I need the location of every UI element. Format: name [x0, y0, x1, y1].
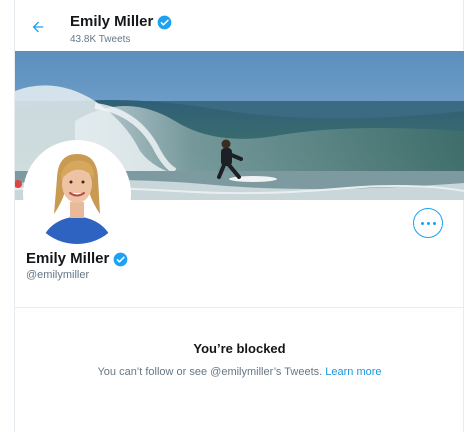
profile-header: Emily Miller 43.8K Tweets — [15, 0, 463, 50]
back-button[interactable] — [27, 16, 49, 38]
tweet-count: 43.8K Tweets — [70, 34, 131, 45]
profile-handle: @emilymiller — [26, 269, 90, 281]
header-name: Emily Miller — [70, 13, 154, 30]
blocked-message-row: You can’t follow or see @emilymiller’s T… — [15, 366, 464, 378]
avatar-image — [27, 144, 127, 244]
verified-badge-icon — [113, 252, 128, 267]
more-options-icon — [420, 221, 424, 225]
header-title-row: Emily Miller — [70, 13, 172, 31]
profile-name-row: Emily Miller — [26, 250, 128, 268]
section-divider — [15, 307, 464, 308]
scrollbar-track[interactable] — [464, 0, 472, 432]
profile-panel: Emily Miller 43.8K Tweets Emily Miller @… — [14, 0, 464, 432]
verified-badge-icon — [157, 15, 172, 30]
more-options-button[interactable] — [413, 208, 443, 238]
blocked-title: You’re blocked — [193, 341, 286, 356]
profile-avatar[interactable] — [23, 140, 131, 248]
more-dot — [432, 221, 436, 225]
learn-more-link[interactable]: Learn more — [325, 366, 381, 378]
blocked-message: You can’t follow or see @emilymiller’s T… — [97, 366, 323, 378]
back-arrow-icon — [32, 21, 44, 33]
profile-name: Emily Miller — [26, 250, 110, 267]
more-dot — [426, 221, 430, 225]
